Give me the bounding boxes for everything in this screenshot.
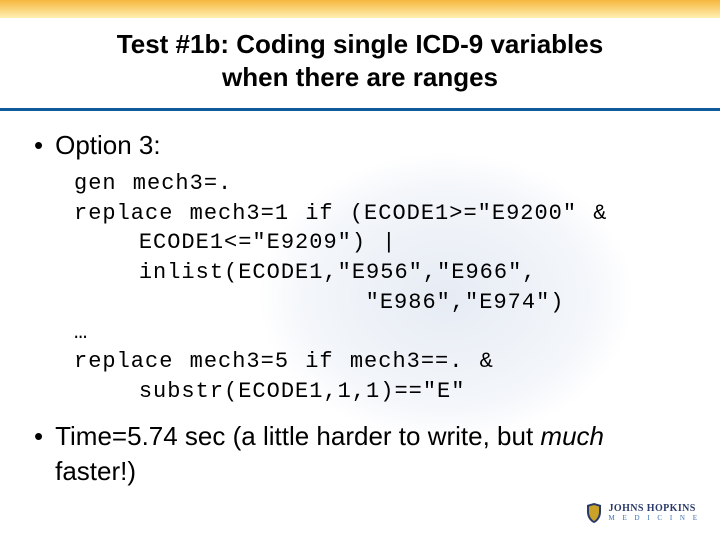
bullet-option: • Option 3: [34,128,686,163]
bullet-time-prefix: Time=5.74 sec (a little harder to write,… [55,421,540,451]
bullet-time-suffix: faster!) [55,456,136,486]
bullet-time-text: Time=5.74 sec (a little harder to write,… [55,419,686,489]
brand-logo: JOHNS HOPKINS M E D I C I N E [585,502,700,524]
top-stripe [0,0,720,18]
bullet-dot-icon: • [34,419,43,454]
code-block: gen mech3=. replace mech3=1 if (ECODE1>=… [74,169,686,407]
shield-icon [585,502,603,524]
title-line-2: when there are ranges [222,62,498,92]
divider [0,108,720,111]
brand-line-2: M E D I C I N E [609,515,700,522]
bullet-time: • Time=5.74 sec (a little harder to writ… [34,419,686,489]
bullet-dot-icon: • [34,128,43,163]
slide-title: Test #1b: Coding single ICD-9 variables … [0,28,720,93]
slide-body: • Option 3: gen mech3=. replace mech3=1 … [34,128,686,495]
slide: Test #1b: Coding single ICD-9 variables … [0,0,720,540]
brand-line-1: JOHNS HOPKINS [609,504,700,515]
title-line-1: Test #1b: Coding single ICD-9 variables [117,29,603,59]
brand-text: JOHNS HOPKINS M E D I C I N E [609,504,700,522]
bullet-time-emphasis: much [540,421,604,451]
bullet-option-text: Option 3: [55,128,686,163]
